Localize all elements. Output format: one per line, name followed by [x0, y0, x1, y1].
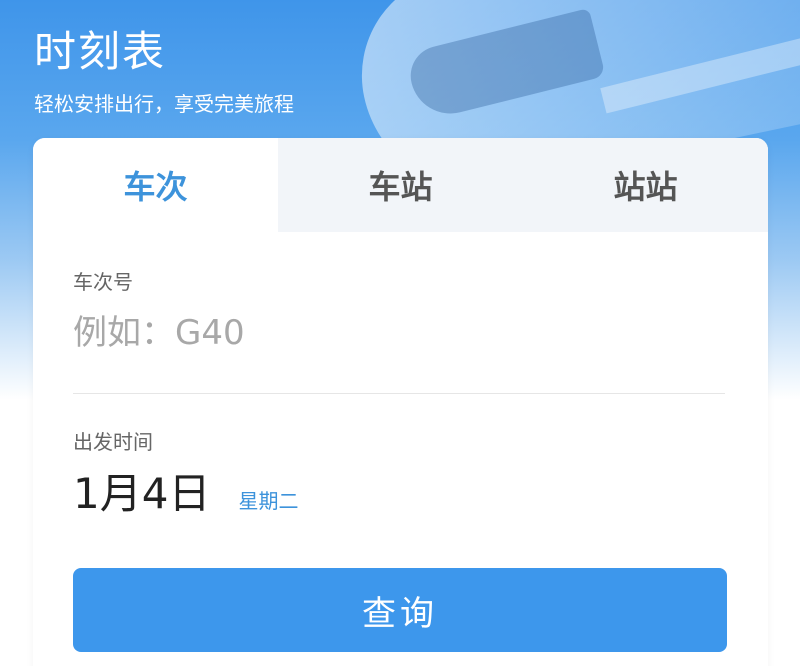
tab-station-to-station[interactable]: 站站 — [523, 138, 768, 232]
tab-station[interactable]: 车站 — [278, 138, 523, 232]
tab-bar: 车次 车站 站站 — [33, 138, 768, 232]
train-number-input[interactable] — [73, 308, 723, 358]
tab-train-number[interactable]: 车次 — [33, 138, 278, 232]
divider — [73, 393, 725, 394]
page-title: 时刻表 — [34, 27, 167, 76]
search-card: 车次 车站 站站 车次号 出发时间 1月4日 星期二 查询 — [33, 138, 768, 666]
departure-time-label: 出发时间 — [73, 430, 153, 454]
query-button[interactable]: 查询 — [73, 568, 727, 652]
departure-weekday: 星期二 — [238, 489, 299, 513]
page-subtitle: 轻松安排出行，享受完美旅程 — [34, 92, 294, 116]
departure-date: 1月4日 — [73, 469, 211, 518]
departure-date-picker[interactable]: 1月4日 星期二 — [73, 460, 299, 518]
train-number-label: 车次号 — [73, 270, 133, 294]
